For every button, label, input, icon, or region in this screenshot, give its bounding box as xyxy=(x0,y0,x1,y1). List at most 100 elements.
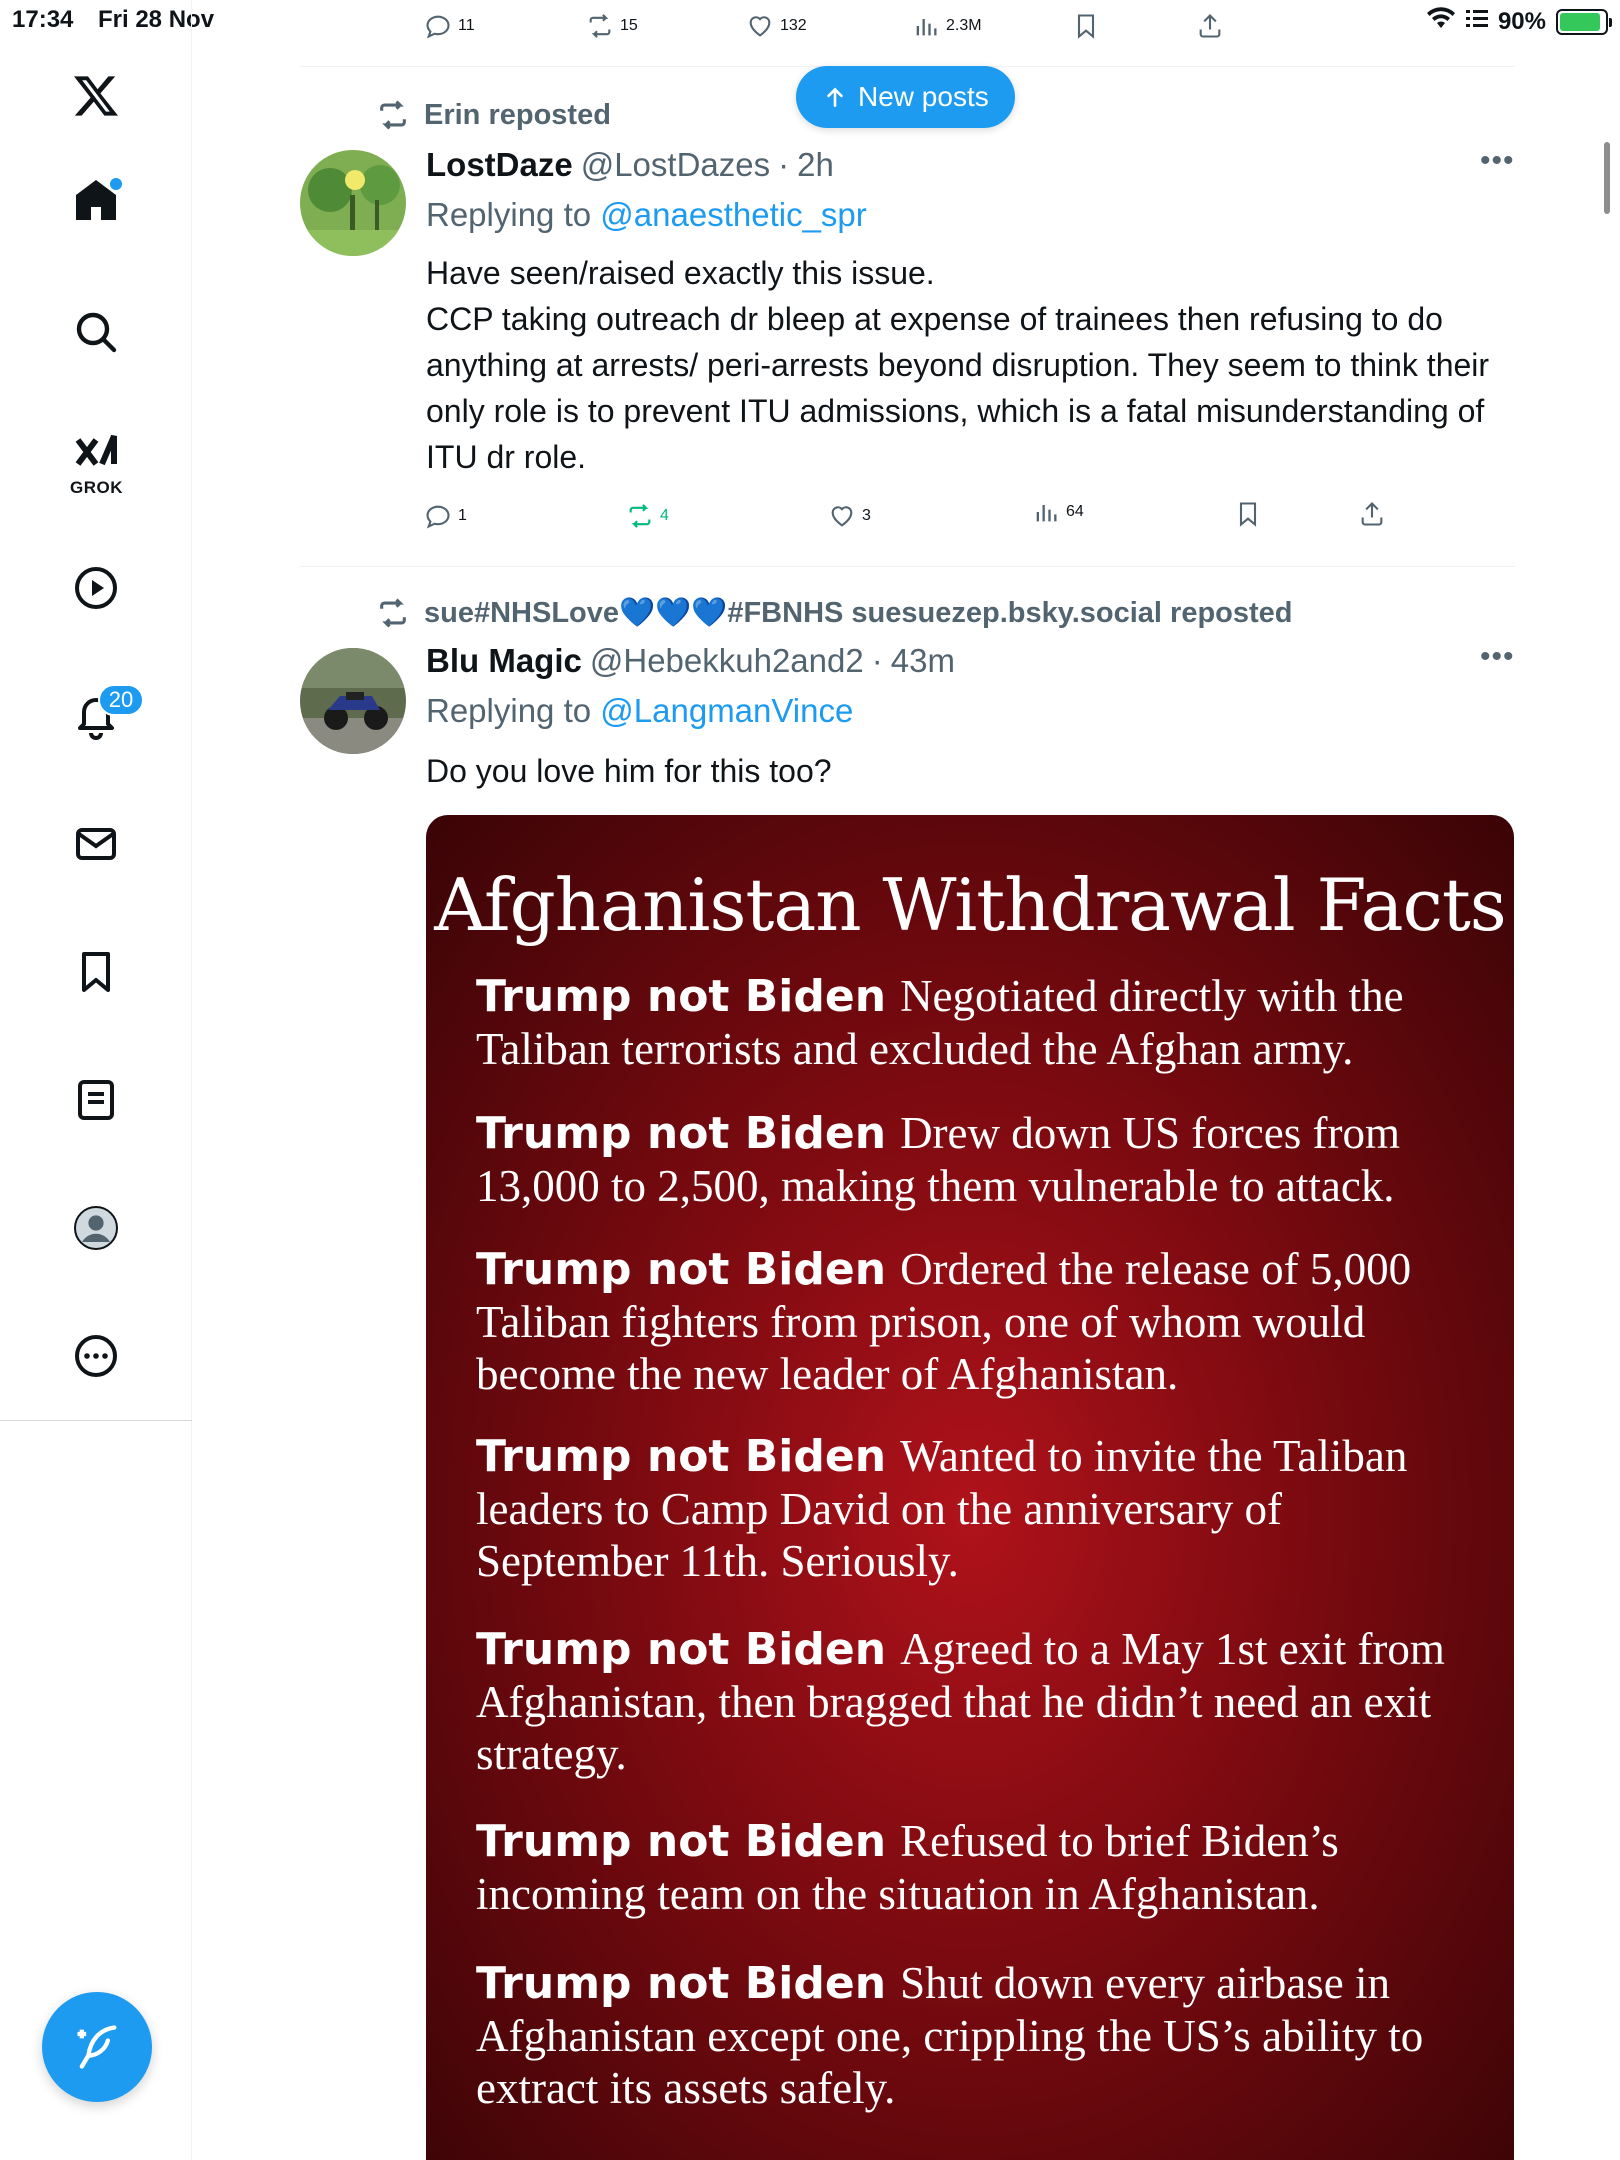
tweet-text: Do you love him for this too? xyxy=(426,753,832,789)
tweet-time[interactable]: 2h xyxy=(797,146,834,184)
battery-icon xyxy=(1556,8,1612,35)
timeline-feed: 11 15 132 2.3M Erin reposted LostDaze @L… xyxy=(300,0,1515,2160)
fact-lead: Trump not Biden xyxy=(476,1244,887,1295)
bookmark-outline-icon xyxy=(1077,14,1095,39)
image-fact: Trump not Biden Shut down every airbase i… xyxy=(476,1957,1476,2114)
sidebar: GROK 20 xyxy=(0,0,192,2160)
repost-icon xyxy=(380,598,406,628)
repost-icon xyxy=(629,504,651,528)
share-button[interactable] xyxy=(1196,12,1224,40)
mail-icon[interactable] xyxy=(68,816,124,872)
like-count: 3 xyxy=(862,507,871,524)
x-logo-icon[interactable] xyxy=(68,68,124,124)
repost-button[interactable]: 15 xyxy=(586,12,638,40)
views-button[interactable]: 2.3M xyxy=(912,12,982,40)
fact-lead: Trump not Biden xyxy=(476,1624,887,1675)
bookmark-button[interactable] xyxy=(1072,12,1100,40)
profile-icon[interactable] xyxy=(68,1200,124,1256)
repost-icon xyxy=(589,14,611,38)
search-icon[interactable] xyxy=(68,304,124,360)
image-fact: Trump not Biden Ordered the release of 5,… xyxy=(476,1243,1476,1400)
sidebar-divider xyxy=(0,1420,192,1421)
repost-count: 15 xyxy=(620,17,638,34)
new-posts-label: New posts xyxy=(858,81,989,112)
reply-icon xyxy=(426,15,450,39)
replying-to: Replying to @anaesthetic_spr xyxy=(426,196,867,234)
tweet-text: Have seen/raised exactly this issue. CCP… xyxy=(426,255,1490,475)
views-icon xyxy=(1036,505,1057,522)
repost-label: Erin reposted xyxy=(424,98,611,131)
tweet-time[interactable]: 43m xyxy=(891,642,955,680)
heart-icon xyxy=(749,16,771,37)
views-icon xyxy=(916,19,937,36)
notifications-badge: 20 xyxy=(98,684,144,716)
views-count: 64 xyxy=(1066,503,1084,520)
home-icon[interactable] xyxy=(68,172,124,228)
grok-icon[interactable] xyxy=(68,424,124,480)
bookmark-outline-icon xyxy=(1239,502,1257,527)
tweet-header: LostDaze @LostDazes · 2h xyxy=(426,146,834,184)
more-options-icon[interactable]: ••• xyxy=(1480,640,1515,674)
like-count: 132 xyxy=(780,17,807,34)
fact-lead: Trump not Biden xyxy=(476,1958,887,2009)
video-icon[interactable] xyxy=(68,560,124,616)
repost-context: Erin reposted xyxy=(376,98,611,132)
more-options-icon[interactable]: ••• xyxy=(1480,144,1515,178)
image-fact: Trump not Biden Drew down US forces from … xyxy=(476,1107,1476,1212)
fact-lead: Trump not Biden xyxy=(476,1816,887,1867)
user-handle[interactable]: @LostDazes xyxy=(581,146,770,184)
reply-count: 11 xyxy=(458,17,475,34)
replying-to-link[interactable]: @LangmanVince xyxy=(600,692,853,729)
share-icon xyxy=(1199,14,1221,38)
image-fact: Trump not Biden Refused to brief Biden’s … xyxy=(476,1815,1476,1920)
heart-icon xyxy=(831,506,853,527)
bookmark-icon[interactable] xyxy=(68,944,124,1000)
avatar[interactable] xyxy=(300,648,406,754)
views-button[interactable]: 64 xyxy=(1032,498,1084,526)
more-icon[interactable] xyxy=(68,1328,124,1384)
app-page: 17:34 Fri 28 Nov 90% GROK 20 11 15 132 2… xyxy=(0,0,1620,2160)
grok-label: GROK xyxy=(70,478,123,497)
like-button[interactable]: 3 xyxy=(828,502,871,530)
replying-to-link[interactable]: @anaesthetic_spr xyxy=(600,196,866,233)
new-posts-button[interactable]: New posts xyxy=(796,66,1015,128)
separator-dot: · xyxy=(778,146,790,183)
tweet-image[interactable]: Afghanistan Withdrawal Facts Trump not B… xyxy=(426,815,1514,2160)
replying-prefix: Replying to xyxy=(426,196,592,233)
share-icon xyxy=(1361,502,1383,526)
replying-prefix: Replying to xyxy=(426,692,592,729)
tweet-header: Blu Magic @Hebekkuh2and2 · 43m xyxy=(426,642,955,680)
image-fact: Trump not Biden Negotiated directly with … xyxy=(476,970,1476,1075)
compose-icon xyxy=(77,2025,117,2069)
arrow-up-icon xyxy=(827,87,843,107)
repost-button[interactable]: 4 xyxy=(626,502,669,530)
image-fact: Trump not Biden Agreed to a May 1st exit … xyxy=(476,1623,1476,1780)
repost-icon xyxy=(380,100,406,130)
compose-button[interactable] xyxy=(42,1992,152,2102)
reply-count: 1 xyxy=(458,507,467,524)
separator-dot: · xyxy=(871,642,883,679)
home-unread-dot xyxy=(110,178,122,190)
bookmark-button[interactable] xyxy=(1234,500,1262,528)
avatar[interactable] xyxy=(300,150,406,256)
fact-lead: Trump not Biden xyxy=(476,1431,887,1482)
repost-context: sue#NHSLove💙💙💙#FBNHS suesuezep.bsky.soci… xyxy=(376,596,1293,630)
views-count: 2.3M xyxy=(946,17,982,34)
reply-button[interactable]: 11 xyxy=(424,12,475,40)
repost-label: sue#NHSLove💙💙💙#FBNHS suesuezep.bsky.soci… xyxy=(424,597,1293,629)
reply-button[interactable]: 1 xyxy=(424,502,467,530)
like-button[interactable]: 132 xyxy=(746,12,807,40)
display-name[interactable]: Blu Magic xyxy=(426,642,582,680)
image-fact: Trump not Biden Wanted to invite the Tali… xyxy=(476,1430,1476,1587)
image-title: Afghanistan Withdrawal Facts xyxy=(434,863,1506,947)
reply-icon xyxy=(426,505,450,529)
display-name[interactable]: LostDaze xyxy=(426,146,573,184)
tweet-divider xyxy=(300,566,1515,567)
fact-lead: Trump not Biden xyxy=(476,1108,887,1159)
replying-to: Replying to @LangmanVince xyxy=(426,692,853,730)
lists-icon[interactable] xyxy=(68,1072,124,1128)
scrollbar[interactable] xyxy=(1604,142,1610,214)
user-handle[interactable]: @Hebekkuh2and2 xyxy=(590,642,864,680)
share-button[interactable] xyxy=(1358,500,1386,528)
fact-lead: Trump not Biden xyxy=(476,971,887,1022)
